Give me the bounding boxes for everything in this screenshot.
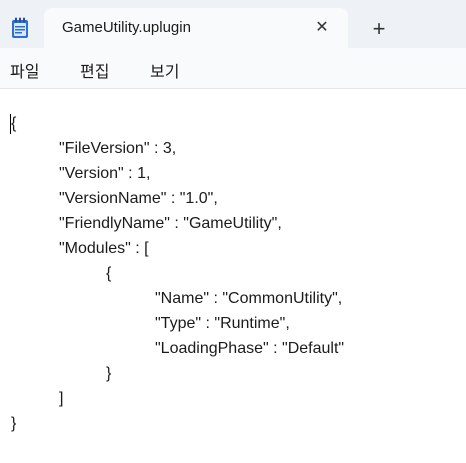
code-line: } (106, 365, 112, 382)
menu-edit[interactable]: 편집 (80, 58, 109, 82)
menu-view[interactable]: 보기 (150, 58, 179, 82)
code-line: "Version" : 1, (59, 165, 151, 182)
code-line: "Name" : "CommonUtility", (155, 290, 343, 307)
tab-gameutility[interactable]: GameUtility.uplugin ✕ (44, 8, 348, 48)
code-line: "Modules" : [ (59, 240, 149, 257)
notepad-app-icon (10, 17, 30, 39)
code-line: "FriendlyName" : "GameUtility", (59, 215, 282, 232)
close-icon[interactable]: ✕ (311, 17, 333, 39)
code-line: "VersionName" : "1.0", (59, 190, 218, 207)
code-line: "Type" : "Runtime", (155, 315, 290, 332)
code-line: } (11, 415, 17, 432)
tab-title: GameUtility.uplugin (62, 19, 191, 36)
tab-strip: GameUtility.uplugin ✕ + (0, 0, 466, 48)
code-line: { (11, 115, 17, 132)
code-line: "LoadingPhase" : "Default" (155, 340, 345, 357)
code-line: ] (59, 390, 64, 407)
code-line: { (106, 265, 112, 282)
new-tab-button[interactable]: + (366, 16, 392, 42)
code-line: "FileVersion" : 3, (59, 140, 177, 157)
menu-bar: 파일 편집 보기 (0, 48, 466, 89)
notepad-window: GameUtility.uplugin ✕ + 파일 편집 보기 { "File… (0, 0, 466, 463)
text-editor[interactable]: { "FileVersion" : 3, "Version" : 1, "Ver… (0, 89, 466, 463)
menu-file[interactable]: 파일 (10, 58, 39, 82)
